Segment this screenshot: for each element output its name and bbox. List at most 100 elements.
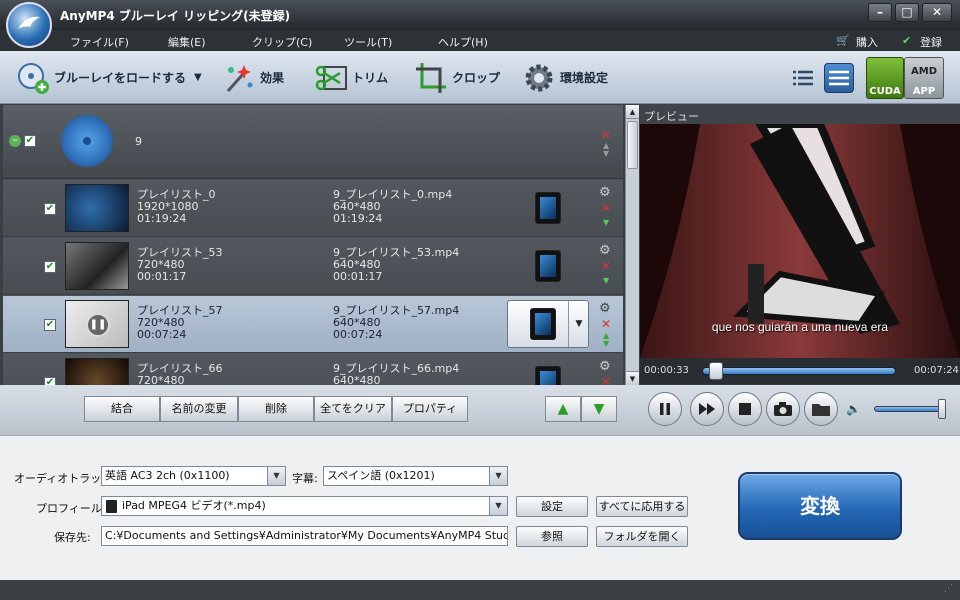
ipad-device-icon[interactable] xyxy=(535,192,561,224)
move-down-icon[interactable]: ▼ xyxy=(603,218,609,227)
item-checkbox[interactable]: ✔ xyxy=(44,377,56,385)
list-item[interactable]: ✔ プレイリスト_0 1920*1080 01:19:24 9_プレイリスト_0.m… xyxy=(3,180,623,237)
move-arrows-icon[interactable]: ▲ ▼ xyxy=(603,332,609,348)
volume-track[interactable] xyxy=(874,406,946,412)
volume-icon: 🔈 xyxy=(846,402,861,416)
preferences-label: 環境設定 xyxy=(560,71,609,85)
list-view-icon[interactable] xyxy=(788,63,818,93)
list-item[interactable]: ✔ プレイリスト_66 720*480 9_プレイリスト_66.mp4 640*48… xyxy=(3,354,623,385)
item-checkbox[interactable]: ✔ xyxy=(44,261,56,273)
item-checkbox[interactable]: ✔ xyxy=(44,203,56,215)
move-down-button[interactable]: ▼ xyxy=(581,396,617,422)
apply-to-all-button[interactable]: すべてに応用する xyxy=(596,496,688,517)
current-time: 00:00:33 xyxy=(644,365,689,376)
delete-button[interactable]: 削除 xyxy=(238,396,314,422)
settings-gear-icon[interactable]: ⚙ xyxy=(599,301,611,316)
move-down-icon[interactable]: ▼ xyxy=(603,276,609,285)
ipad-device-icon[interactable] xyxy=(535,366,561,385)
effect-button[interactable]: 効果 xyxy=(222,51,284,104)
list-item-selected[interactable]: ✔ ❚❚ プレイリスト_57 720*480 00:07:24 9_プレイリスト_5… xyxy=(3,296,623,353)
pause-button[interactable] xyxy=(648,392,682,426)
resize-grip-icon[interactable]: ⋰ xyxy=(944,584,953,594)
rename-button[interactable]: 名前の変更 xyxy=(160,396,238,422)
pause-icon xyxy=(660,403,670,415)
load-dropdown-icon[interactable]: ▼ xyxy=(194,72,202,83)
window-title: AnyMP4 ブルーレイ リッピング(未登録) xyxy=(60,9,291,23)
subtitle-select[interactable]: スペイン語 (0x1201) ▼ xyxy=(323,466,508,486)
settings-gear-icon[interactable]: ⚙ xyxy=(599,359,611,374)
properties-button[interactable]: プロパティ xyxy=(392,396,468,422)
remove-icon[interactable]: ✕ xyxy=(601,318,611,330)
amd-app-badge[interactable]: AMD APP xyxy=(904,57,944,99)
device-profile-dropdown[interactable]: ▼ xyxy=(507,300,589,348)
open-folder-text-button[interactable]: フォルダを開く xyxy=(596,526,688,547)
settings-gear-icon[interactable]: ⚙ xyxy=(599,243,611,258)
remove-icon[interactable]: ✕ xyxy=(601,260,611,272)
cuda-badge[interactable]: CUDA xyxy=(866,57,904,99)
maximize-button[interactable]: □ xyxy=(895,3,919,22)
remove-icon[interactable]: ✕ xyxy=(601,376,611,385)
trim-button[interactable]: トリム xyxy=(314,51,388,104)
seek-thumb[interactable] xyxy=(709,362,724,380)
ipad-icon xyxy=(106,500,117,513)
title-list: – ✔ 9 ✕ ▲ ▼ ✔ プレイリスト_0 1920*1080 01:19:24 9… xyxy=(3,105,623,385)
destination-input[interactable]: C:¥Documents and Settings¥Administrator¥… xyxy=(101,526,508,546)
seek-track[interactable] xyxy=(702,367,896,375)
convert-button[interactable]: 変換 xyxy=(738,472,902,540)
audio-track-value: 英語 AC3 2ch (0x1100) xyxy=(105,469,230,482)
load-bluray-button[interactable]: ブルーレイをロードする ▼ xyxy=(16,51,202,104)
minimize-button[interactable]: – xyxy=(868,3,892,22)
menu-help[interactable]: ヘルプ(H) xyxy=(438,34,488,50)
remove-icon[interactable]: ✕ xyxy=(601,129,611,141)
menu-file[interactable]: ファイル(F) xyxy=(70,34,129,50)
fast-forward-button[interactable] xyxy=(690,392,724,426)
source-info: プレイリスト_66 720*480 xyxy=(137,362,223,386)
menu-tools[interactable]: ツール(T) xyxy=(344,34,392,50)
item-checkbox[interactable]: ✔ xyxy=(44,319,56,331)
close-button[interactable]: ✕ xyxy=(922,3,952,22)
move-up-button[interactable]: ▲ xyxy=(545,396,581,422)
magic-wand-icon xyxy=(222,61,256,95)
detail-view-icon[interactable] xyxy=(824,63,854,93)
browse-button[interactable]: 参照 xyxy=(516,526,588,547)
preferences-button[interactable]: 環境設定 xyxy=(522,51,608,104)
snapshot-button[interactable] xyxy=(766,392,800,426)
output-info: 9_プレイリスト_53.mp4 640*480 00:01:17 xyxy=(333,246,460,283)
scroll-up-icon[interactable]: ▲ xyxy=(626,105,639,119)
volume-thumb[interactable] xyxy=(938,399,947,419)
ipad-device-icon xyxy=(530,308,556,340)
crop-icon xyxy=(414,61,448,95)
list-item[interactable]: ✔ プレイリスト_53 720*480 00:01:17 9_プレイリスト_53.m… xyxy=(3,238,623,295)
collapse-icon[interactable]: – xyxy=(9,134,21,147)
video-preview[interactable]: que nos guiarán a una nueva era xyxy=(640,124,960,358)
settings-gear-icon[interactable]: ⚙ xyxy=(599,185,611,200)
register-link[interactable]: 登録 xyxy=(920,34,942,50)
audio-track-select[interactable]: 英語 AC3 2ch (0x1100) ▼ xyxy=(101,466,286,486)
clear-all-button[interactable]: 全てをクリア xyxy=(314,396,392,422)
load-bluray-label: ブルーレイをロードする xyxy=(54,71,187,85)
profile-settings-button[interactable]: 設定 xyxy=(516,496,588,517)
subtitle-text: que nos guiarán a una nueva era xyxy=(711,320,889,334)
remove-icon[interactable]: ✕ xyxy=(601,202,611,214)
video-thumbnail: ❚❚ xyxy=(65,300,129,348)
stop-button[interactable] xyxy=(728,392,762,426)
subtitle-label: 字幕: xyxy=(292,472,318,485)
crop-button[interactable]: クロップ xyxy=(414,51,500,104)
subtitle-value: スペイン語 (0x1201) xyxy=(327,469,435,482)
menu-clip[interactable]: クリップ(C) xyxy=(252,34,312,50)
disc-row[interactable]: – ✔ 9 ✕ ▲ ▼ xyxy=(3,105,623,179)
scroll-down-icon[interactable]: ▼ xyxy=(626,371,639,385)
profile-select[interactable]: iPad MPEG4 ビデオ(*.mp4) ▼ xyxy=(101,496,508,516)
disc-checkbox[interactable]: ✔ xyxy=(24,135,36,147)
merge-button[interactable]: 結合 xyxy=(84,396,160,422)
video-thumbnail xyxy=(65,242,129,290)
menu-edit[interactable]: 編集(E) xyxy=(168,34,206,50)
move-arrows-icon[interactable]: ▲ ▼ xyxy=(603,142,609,158)
pause-icon[interactable]: ❚❚ xyxy=(86,313,110,337)
open-folder-button[interactable] xyxy=(804,392,838,426)
scroll-thumb[interactable] xyxy=(627,121,638,169)
ipad-device-icon[interactable] xyxy=(535,250,561,282)
list-scrollbar[interactable]: ▲ ▼ xyxy=(625,105,639,385)
buy-link[interactable]: 購入 xyxy=(856,34,878,50)
disc-add-icon xyxy=(16,61,50,95)
